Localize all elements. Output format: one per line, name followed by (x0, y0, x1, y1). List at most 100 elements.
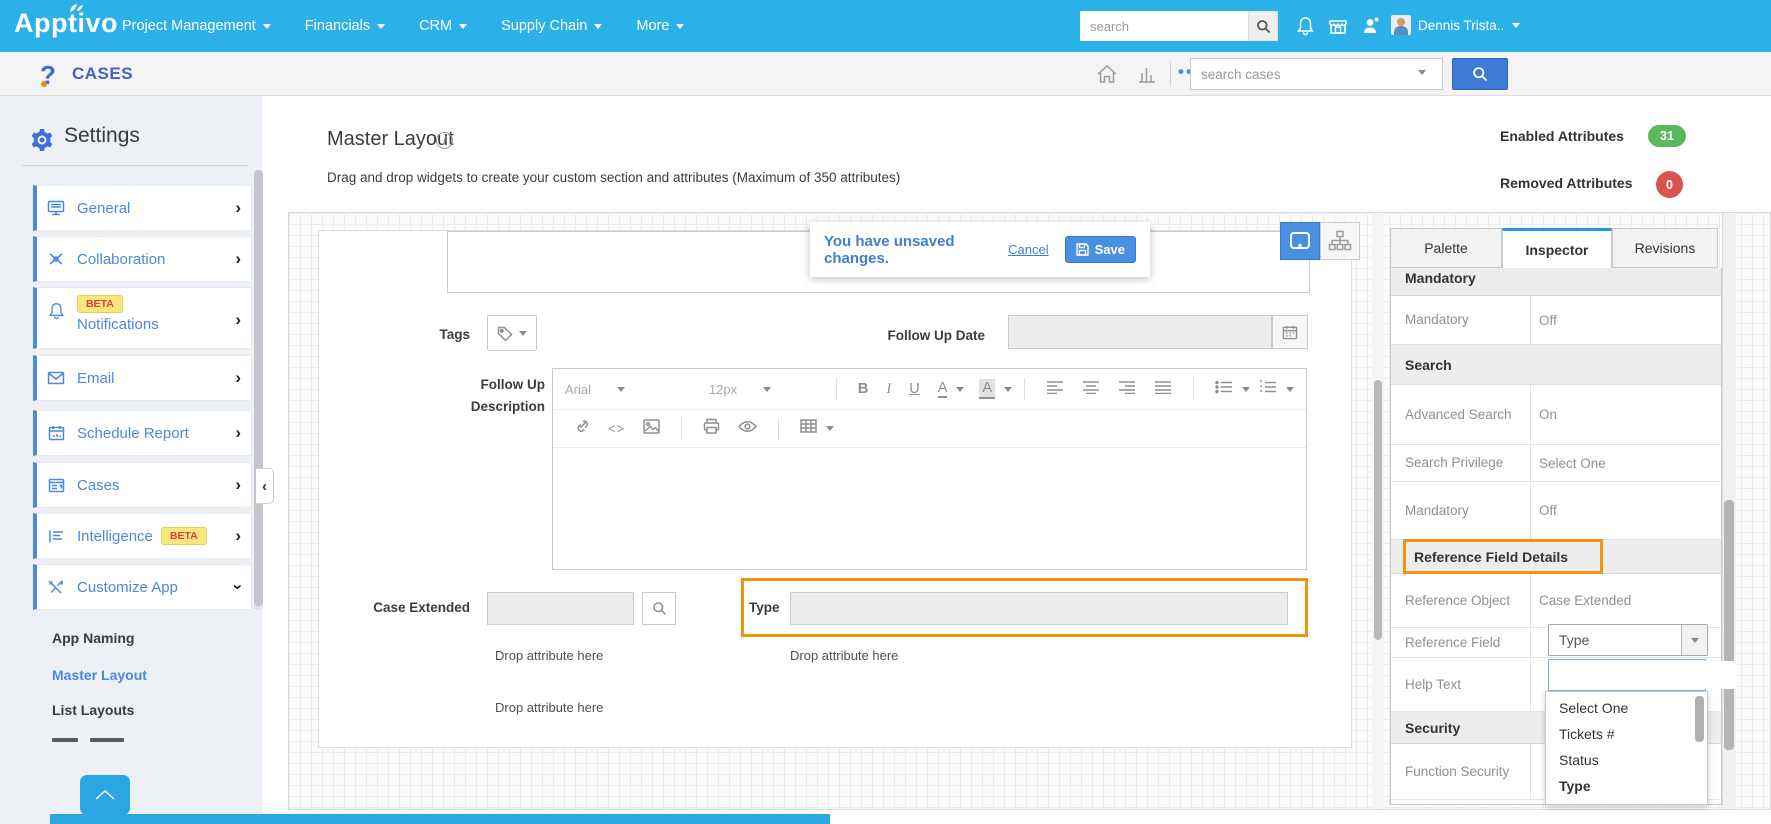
align-justify-icon[interactable] (1154, 380, 1172, 399)
global-search-button[interactable] (1248, 11, 1278, 41)
user-avatar[interactable] (1391, 15, 1411, 35)
bullet-list-icon[interactable] (1215, 380, 1233, 399)
info-icon[interactable]: i (436, 132, 453, 149)
bold-button[interactable]: B (858, 381, 868, 397)
print-icon[interactable] (703, 418, 720, 439)
tab-revisions[interactable]: Revisions (1612, 228, 1718, 268)
sidebar-collapse-handle[interactable]: ‹ (256, 468, 274, 504)
option-tickets[interactable]: Tickets # (1559, 726, 1615, 742)
numbered-list-icon[interactable] (1259, 379, 1277, 399)
removed-attributes-label: Removed Attributes (1500, 175, 1633, 191)
sidebar-scrollbar-thumb[interactable] (254, 170, 263, 606)
case-extended-input[interactable] (487, 592, 634, 625)
select-arrow-button[interactable] (1681, 625, 1707, 655)
nav-financials[interactable]: Financials (305, 18, 386, 34)
save-button[interactable]: Save (1064, 236, 1136, 263)
tab-palette[interactable]: Palette (1390, 228, 1502, 268)
option-status[interactable]: Status (1559, 752, 1599, 768)
canvas-scrollbar-thumb[interactable] (1374, 380, 1382, 640)
chevron-right-icon: › (235, 249, 241, 268)
sidebar-item-intelligence[interactable]: Intelligence BETA › (33, 513, 252, 559)
source-code-button[interactable]: <> (608, 421, 625, 436)
inspector-row-mandatory-2[interactable]: Mandatory Off (1391, 482, 1721, 540)
desktop-view-toggle[interactable] (1280, 222, 1320, 260)
sidebar-item-customize-app[interactable]: Customize App › (33, 564, 252, 610)
text-color-button[interactable]: A (937, 380, 948, 398)
drop-zone-hint[interactable]: Drop attribute here (495, 700, 603, 715)
chevron-down-icon[interactable] (1285, 386, 1294, 392)
editor-content-area[interactable] (553, 448, 1306, 568)
font-size-select[interactable]: 12px (709, 382, 800, 397)
calendar-button[interactable] (1272, 315, 1308, 349)
highlight-color-button[interactable]: A (979, 379, 996, 399)
case-extended-lookup-button[interactable] (642, 592, 676, 625)
align-center-icon[interactable] (1082, 380, 1100, 399)
reference-field-select[interactable]: Type (1548, 624, 1708, 656)
store-icon[interactable] (1326, 14, 1350, 38)
sidebar-title: Settings (64, 124, 140, 147)
search-icon (1473, 67, 1488, 82)
sidebar-item-collaboration[interactable]: Collaboration › (33, 236, 252, 282)
sidebar-subitem-list-layouts[interactable]: List Layouts (52, 702, 134, 718)
notifications-bell-icon[interactable] (1293, 14, 1317, 38)
reference-field-options-list: Select One Tickets # Status Type (1545, 691, 1708, 805)
user-menu[interactable]: Dennis Trista.. (1418, 18, 1521, 33)
sidebar-item-cases[interactable]: Cases › (33, 462, 252, 508)
italic-button[interactable]: I (886, 381, 891, 398)
inspector-row-advanced-search[interactable]: Advanced Search On (1391, 385, 1721, 445)
panel-scrollbar-thumb[interactable] (1724, 500, 1734, 750)
home-icon[interactable] (1095, 62, 1119, 86)
page-title: Master Layout (327, 128, 454, 150)
cancel-link[interactable]: Cancel (1008, 242, 1048, 257)
sidebar-subitem-master-layout[interactable]: Master Layout (52, 667, 147, 683)
tab-inspector[interactable]: Inspector (1502, 228, 1612, 268)
sidebar-subitem-app-naming[interactable]: App Naming (52, 630, 134, 646)
reports-chart-icon[interactable] (1135, 62, 1159, 86)
beta-badge: BETA (160, 527, 207, 545)
inspector-row-reference-object[interactable]: Reference Object Case Extended (1391, 574, 1721, 628)
chevron-down-icon[interactable] (956, 386, 965, 392)
follow-up-description-label-line2: Description (470, 399, 545, 414)
option-type[interactable]: Type (1559, 778, 1591, 794)
case-search-button[interactable] (1452, 58, 1508, 90)
table-icon[interactable] (800, 419, 817, 438)
nav-project-management[interactable]: Project Management (122, 18, 271, 34)
option-select-one[interactable]: Select One (1559, 700, 1628, 716)
scroll-to-top-button[interactable] (80, 775, 130, 815)
font-family-select[interactable]: Arial (565, 382, 685, 397)
align-left-icon[interactable] (1046, 380, 1064, 399)
inspector-row-search-privilege[interactable]: Search Privilege Select One (1391, 445, 1721, 482)
align-right-icon[interactable] (1118, 380, 1136, 399)
sidebar-subitem-clipped[interactable] (52, 729, 125, 747)
sidebar-item-notifications[interactable]: BETA Notifications › (33, 287, 252, 349)
link-icon[interactable] (574, 418, 590, 439)
underline-button[interactable]: U (909, 381, 919, 397)
nav-more[interactable]: More (636, 18, 685, 34)
bell-icon (47, 302, 65, 320)
sidebar-item-email[interactable]: Email › (33, 355, 252, 401)
drop-zone-hint[interactable]: Drop attribute here (790, 648, 898, 663)
chevron-down-icon[interactable] (826, 426, 835, 431)
case-search-input[interactable] (1190, 58, 1443, 90)
global-search-input[interactable] (1080, 11, 1248, 41)
tags-label: Tags (439, 327, 470, 342)
dropdown-scrollbar-thumb[interactable] (1695, 696, 1704, 742)
top-nav-menu: Project Management Financials CRM Supply… (122, 0, 685, 52)
search-options-chevron-icon[interactable] (1418, 70, 1426, 75)
sitemap-view-toggle[interactable] (1320, 222, 1360, 260)
inspector-row-mandatory[interactable]: Mandatory Off (1391, 296, 1721, 345)
chevron-down-icon[interactable] (1241, 386, 1250, 392)
tags-picker-button[interactable] (487, 315, 537, 351)
chevron-down-icon[interactable] (1004, 386, 1013, 392)
sidebar-item-schedule-report[interactable]: Schedule Report › (33, 410, 252, 456)
calendar-icon (47, 425, 65, 441)
referrals-person-icon[interactable] (1359, 14, 1383, 38)
preview-eye-icon[interactable] (738, 420, 758, 438)
drop-zone-hint[interactable]: Drop attribute here (495, 648, 603, 663)
nav-crm[interactable]: CRM (419, 18, 468, 34)
nav-supply-chain[interactable]: Supply Chain (501, 18, 603, 34)
image-icon[interactable] (643, 418, 660, 439)
follow-up-date-input[interactable] (1008, 315, 1272, 349)
dropdown-search-input[interactable] (1549, 661, 1737, 689)
sidebar-item-general[interactable]: General › (33, 185, 252, 231)
